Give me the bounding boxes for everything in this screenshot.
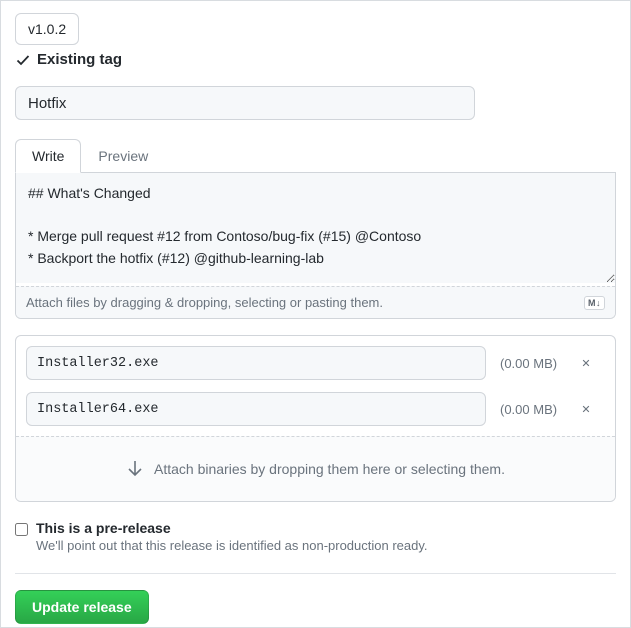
asset-row: (0.00 MB) <box>16 336 615 390</box>
tab-preview[interactable]: Preview <box>81 139 165 173</box>
remove-asset-button[interactable] <box>575 352 597 374</box>
attach-files-bar[interactable]: Attach files by dragging & dropping, sel… <box>16 286 615 318</box>
download-arrow-icon <box>126 459 144 479</box>
release-title-input[interactable] <box>15 86 475 120</box>
existing-tag-label: Existing tag <box>37 51 122 68</box>
release-assets: (0.00 MB) (0.00 MB) Attach binaries by d… <box>15 335 616 502</box>
release-form: v1.0.2 Existing tag Write Preview Attach… <box>0 0 631 628</box>
tab-write[interactable]: Write <box>15 139 81 173</box>
check-icon <box>15 52 31 68</box>
close-icon <box>581 402 591 416</box>
prerelease-label: This is a pre-release <box>36 520 428 536</box>
dropzone-hint: Attach binaries by dropping them here or… <box>154 461 505 477</box>
description-box: Attach files by dragging & dropping, sel… <box>15 173 616 319</box>
close-icon <box>581 356 591 370</box>
prerelease-checkbox[interactable] <box>15 523 28 536</box>
description-textarea[interactable] <box>16 173 615 283</box>
tag-select[interactable]: v1.0.2 <box>15 13 79 45</box>
asset-size: (0.00 MB) <box>500 356 557 371</box>
markdown-icon: M↓ <box>584 296 605 310</box>
remove-asset-button[interactable] <box>575 398 597 420</box>
asset-filename-input[interactable] <box>26 392 486 426</box>
update-release-button[interactable]: Update release <box>15 590 149 624</box>
asset-row: (0.00 MB) <box>16 390 615 436</box>
prerelease-hint: We'll point out that this release is ide… <box>36 538 428 553</box>
prerelease-option: This is a pre-release We'll point out th… <box>15 520 616 553</box>
divider <box>15 573 616 574</box>
asset-filename-input[interactable] <box>26 346 486 380</box>
asset-size: (0.00 MB) <box>500 402 557 417</box>
editor-tabs: Write Preview <box>15 138 616 173</box>
binaries-dropzone[interactable]: Attach binaries by dropping them here or… <box>16 436 615 501</box>
existing-tag-status: Existing tag <box>15 51 616 68</box>
tag-name: v1.0.2 <box>28 21 66 37</box>
attach-files-hint: Attach files by dragging & dropping, sel… <box>26 295 383 310</box>
